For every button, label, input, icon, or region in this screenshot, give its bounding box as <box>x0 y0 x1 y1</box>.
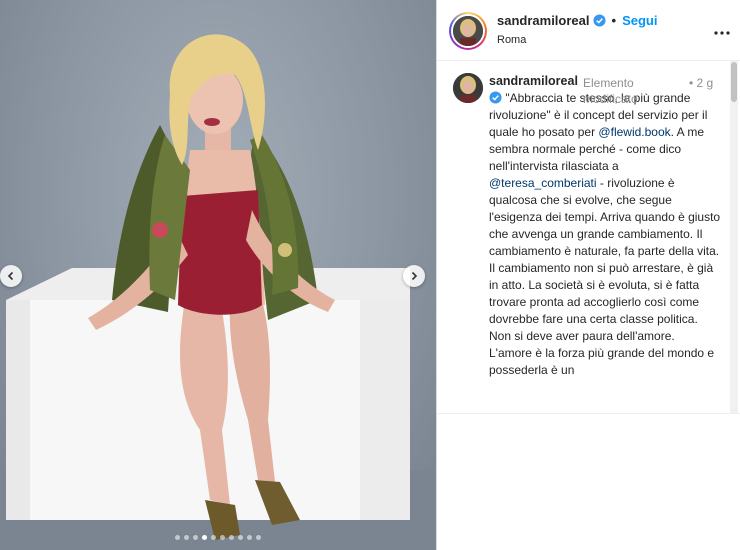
divider <box>437 413 740 414</box>
carousel-dot <box>256 535 261 540</box>
chevron-right-icon <box>411 271 418 281</box>
carousel-dot <box>211 535 216 540</box>
carousel-dot <box>184 535 189 540</box>
post-photo[interactable] <box>0 0 436 550</box>
author-username[interactable]: sandramiloreal <box>497 13 590 28</box>
comment-time[interactable]: • 2 g <box>689 75 713 91</box>
more-options-button[interactable] <box>714 22 730 40</box>
carousel-dot <box>247 535 252 540</box>
story-ring[interactable] <box>449 12 487 50</box>
time-dot: • <box>689 76 694 90</box>
carousel-next-button[interactable] <box>403 265 425 287</box>
carousel-dot <box>220 535 225 540</box>
time-value: 2 g <box>696 76 714 90</box>
avatar[interactable] <box>453 16 483 46</box>
scrollbar-thumb[interactable] <box>731 62 737 102</box>
edited-label: Elemento modificato <box>583 76 638 106</box>
verified-badge-icon <box>592 14 606 27</box>
carousel-prev-button[interactable] <box>0 265 22 287</box>
comments-scrollbar[interactable] <box>730 61 738 413</box>
verified-badge-icon <box>489 91 502 104</box>
separator-dot: • <box>611 13 617 28</box>
mention-flewid[interactable]: @flewid.book <box>598 125 670 139</box>
carousel-indicator <box>0 535 436 540</box>
post-location[interactable]: Roma <box>497 34 526 46</box>
carousel-dot <box>229 535 234 540</box>
caption-text: sandramiloreal "Abbraccia te stesso, la … <box>489 73 721 379</box>
chevron-left-icon <box>7 271 14 281</box>
mention-teresa[interactable]: @teresa_comberiati <box>489 176 597 190</box>
carousel-dot <box>202 535 207 540</box>
carousel-dot <box>175 535 180 540</box>
comment-avatar[interactable] <box>453 73 483 103</box>
follow-button[interactable]: Segui <box>622 13 657 28</box>
carousel-dot <box>238 535 243 540</box>
more-horizontal-icon <box>714 31 730 35</box>
caption-part-3: - rivoluzione è qualcosa che si evolve, … <box>489 176 724 377</box>
author-line: sandramiloreal • Segui <box>497 13 657 28</box>
post-sidebar: sandramiloreal • Segui Roma sandramiloreal… <box>436 0 740 550</box>
photo-illustration <box>0 34 436 550</box>
caption-comment: sandramiloreal "Abbraccia te stesso, la … <box>437 61 740 413</box>
comment-username[interactable]: sandramiloreal <box>489 74 578 88</box>
carousel-dot <box>193 535 198 540</box>
post-header: sandramiloreal • Segui Roma <box>437 0 740 61</box>
